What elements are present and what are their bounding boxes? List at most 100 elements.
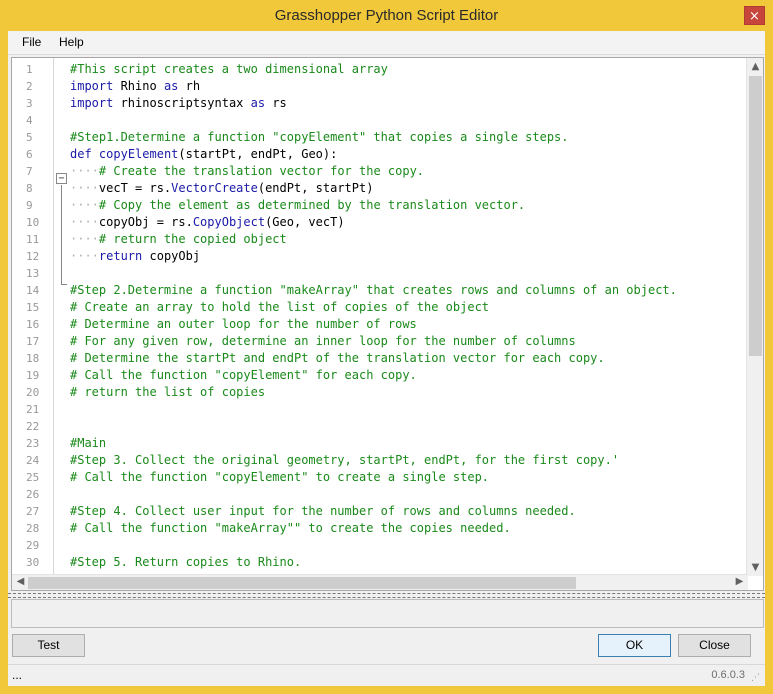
- scroll-right-icon[interactable]: ▶: [731, 574, 748, 590]
- code-line: #Step 4. Collect user input for the numb…: [70, 503, 576, 520]
- code-token: #Main: [70, 436, 107, 450]
- line-number: 11: [26, 233, 40, 246]
- code-token: #Step 2.Determine a function "makeArray"…: [70, 283, 677, 297]
- code-line: ····copyObj = rs.CopyObject(Geo, vecT): [70, 214, 345, 231]
- whitespace-marker: ····: [70, 181, 99, 195]
- menu-help[interactable]: Help: [59, 35, 84, 49]
- code-text-area[interactable]: #This script creates a two dimensional a…: [54, 58, 749, 576]
- code-token: # Call the function "makeArray"" to crea…: [70, 521, 511, 535]
- line-number: 19: [26, 369, 40, 382]
- code-token: # Call the function "copyElement" to cre…: [70, 470, 490, 484]
- code-token: # Call the function "copyElement" for ea…: [70, 368, 417, 382]
- whitespace-marker: ····: [70, 215, 99, 229]
- line-number: 8: [26, 182, 33, 195]
- line-number: 30: [26, 556, 40, 569]
- menu-bar: File Help: [8, 31, 765, 55]
- line-number: 21: [26, 403, 40, 416]
- scroll-left-icon[interactable]: ◀: [12, 574, 29, 590]
- code-line: # Call the function "makeArray"" to crea…: [70, 520, 511, 537]
- code-token: copyElement: [98, 147, 179, 161]
- line-number: 18: [26, 352, 40, 365]
- pane-splitter[interactable]: [8, 593, 765, 598]
- code-line: # For any given row, determine an inner …: [70, 333, 576, 350]
- code-line: import rhinoscriptsyntax as rs: [70, 95, 287, 112]
- line-number: 14: [26, 284, 40, 297]
- whitespace-marker: ····: [70, 249, 99, 263]
- line-number: 28: [26, 522, 40, 535]
- code-line: # Determine an outer loop for the number…: [70, 316, 417, 333]
- whitespace-marker: ····: [70, 198, 99, 212]
- line-number: 20: [26, 386, 40, 399]
- menu-file[interactable]: File: [22, 35, 41, 49]
- code-token: # Determine an outer loop for the number…: [70, 317, 417, 331]
- code-line: # Create an array to hold the list of co…: [70, 299, 489, 316]
- code-line: ····vecT = rs.VectorCreate(endPt, startP…: [70, 180, 373, 197]
- scroll-up-icon[interactable]: ▲: [747, 58, 763, 75]
- code-token: # Determine the startPt and endPt of the…: [70, 351, 605, 365]
- line-number: 6: [26, 148, 33, 161]
- line-number: 5: [26, 131, 33, 144]
- status-text: ...: [12, 668, 23, 682]
- whitespace-marker: ····: [70, 164, 99, 178]
- code-token: import: [70, 79, 114, 93]
- code-token: as: [250, 96, 266, 110]
- close-window-icon[interactable]: ×: [744, 6, 765, 25]
- vertical-scroll-thumb[interactable]: [749, 76, 762, 356]
- line-number: 13: [26, 267, 40, 280]
- code-line: import Rhino as rh: [70, 78, 200, 95]
- line-number: 4: [26, 114, 33, 127]
- vertical-scrollbar[interactable]: ▲ ▼: [746, 58, 763, 576]
- line-number: 10: [26, 216, 40, 229]
- client-area: File Help 1 2 3 4 5 6 7 8 9 10 11 12 13 14 15 16 17 18 19 2…: [8, 31, 765, 686]
- code-token: copyObj = rs.: [98, 215, 193, 229]
- horizontal-scroll-thumb[interactable]: [28, 577, 576, 589]
- code-token: vecT = rs.: [98, 181, 172, 195]
- line-number: 26: [26, 488, 40, 501]
- version-label: 0.6.0.3: [711, 669, 745, 681]
- code-token: VectorCreate: [171, 181, 258, 195]
- code-editor[interactable]: 1 2 3 4 5 6 7 8 9 10 11 12 13 14 15 16 17 18 19 20 21 22 23 24 2…: [11, 57, 764, 591]
- code-token: (startPt, endPt, Geo):: [178, 147, 338, 161]
- horizontal-scrollbar[interactable]: ◀ ▶: [12, 574, 748, 590]
- code-token: Rhino: [113, 79, 164, 93]
- code-line: # return the list of copies: [70, 384, 265, 401]
- code-token: as: [163, 79, 179, 93]
- code-line: ····# Create the translation vector for …: [70, 163, 424, 180]
- line-number: 15: [26, 301, 40, 314]
- code-token: #This script creates a two dimensional a…: [70, 62, 388, 76]
- code-token: rhinoscriptsyntax: [113, 96, 251, 110]
- code-line: #Step 5. Return copies to Rhino.: [70, 554, 301, 571]
- code-line: #Step 3. Collect the original geometry, …: [70, 452, 619, 469]
- code-token: # For any given row, determine an inner …: [70, 334, 576, 348]
- code-token: # Create the translation vector for the …: [98, 164, 425, 178]
- test-button[interactable]: Test: [12, 634, 85, 657]
- output-panel: [11, 599, 764, 628]
- code-token: #Step 4. Collect user input for the numb…: [70, 504, 576, 518]
- scroll-down-icon[interactable]: ▼: [747, 559, 763, 576]
- line-number: 2: [26, 80, 33, 93]
- resize-grip-icon[interactable]: ⋰: [751, 672, 763, 684]
- line-number: 16: [26, 318, 40, 331]
- code-token: return: [98, 249, 143, 263]
- code-token: rh: [178, 79, 201, 93]
- code-line: ····return copyObj: [70, 248, 200, 265]
- line-number: 25: [26, 471, 40, 484]
- ok-button[interactable]: OK: [598, 634, 671, 657]
- code-line: # Determine the startPt and endPt of the…: [70, 350, 605, 367]
- code-line: ····# Copy the element as determined by …: [70, 197, 525, 214]
- code-token: #Step 3. Collect the original geometry, …: [70, 453, 620, 467]
- close-button[interactable]: Close: [678, 634, 751, 657]
- line-number: 24: [26, 454, 40, 467]
- title-bar[interactable]: Grasshopper Python Script Editor ×: [0, 0, 773, 31]
- code-token: (endPt, startPt): [257, 181, 374, 195]
- line-number: 7: [26, 165, 33, 178]
- code-line: #Step 2.Determine a function "makeArray"…: [70, 282, 677, 299]
- line-number: 3: [26, 97, 33, 110]
- line-number: 23: [26, 437, 40, 450]
- code-line: def copyElement(startPt, endPt, Geo):: [70, 146, 337, 163]
- line-number: 12: [26, 250, 40, 263]
- code-token: import: [70, 96, 114, 110]
- code-token: CopyObject: [192, 215, 266, 229]
- code-token: #Step1.Determine a function "copyElement…: [70, 130, 569, 144]
